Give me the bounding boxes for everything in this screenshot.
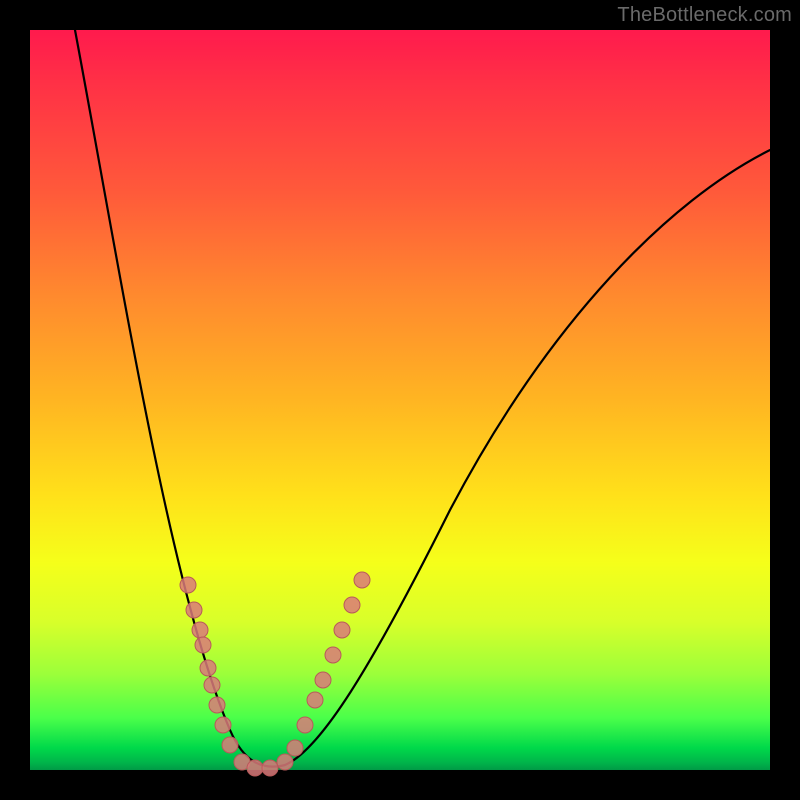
data-dot bbox=[344, 597, 360, 613]
data-dot bbox=[222, 737, 238, 753]
data-dot bbox=[325, 647, 341, 663]
data-dot bbox=[297, 717, 313, 733]
data-dot bbox=[277, 754, 293, 770]
chart-svg bbox=[30, 30, 770, 770]
marker-group bbox=[180, 572, 370, 776]
bottleneck-curve bbox=[75, 30, 770, 767]
plot-area bbox=[30, 30, 770, 770]
curve-group bbox=[75, 30, 770, 767]
data-dot bbox=[186, 602, 202, 618]
data-dot bbox=[200, 660, 216, 676]
data-dot bbox=[209, 697, 225, 713]
data-dot bbox=[354, 572, 370, 588]
data-dot bbox=[247, 760, 263, 776]
data-dot bbox=[334, 622, 350, 638]
data-dot bbox=[262, 760, 278, 776]
data-dot bbox=[315, 672, 331, 688]
data-dot bbox=[307, 692, 323, 708]
data-dot bbox=[287, 740, 303, 756]
data-dot bbox=[215, 717, 231, 733]
chart-frame: TheBottleneck.com bbox=[0, 0, 800, 800]
data-dot bbox=[180, 577, 196, 593]
data-dot bbox=[204, 677, 220, 693]
data-dot bbox=[195, 637, 211, 653]
watermark-text: TheBottleneck.com bbox=[617, 4, 792, 27]
data-dot bbox=[192, 622, 208, 638]
